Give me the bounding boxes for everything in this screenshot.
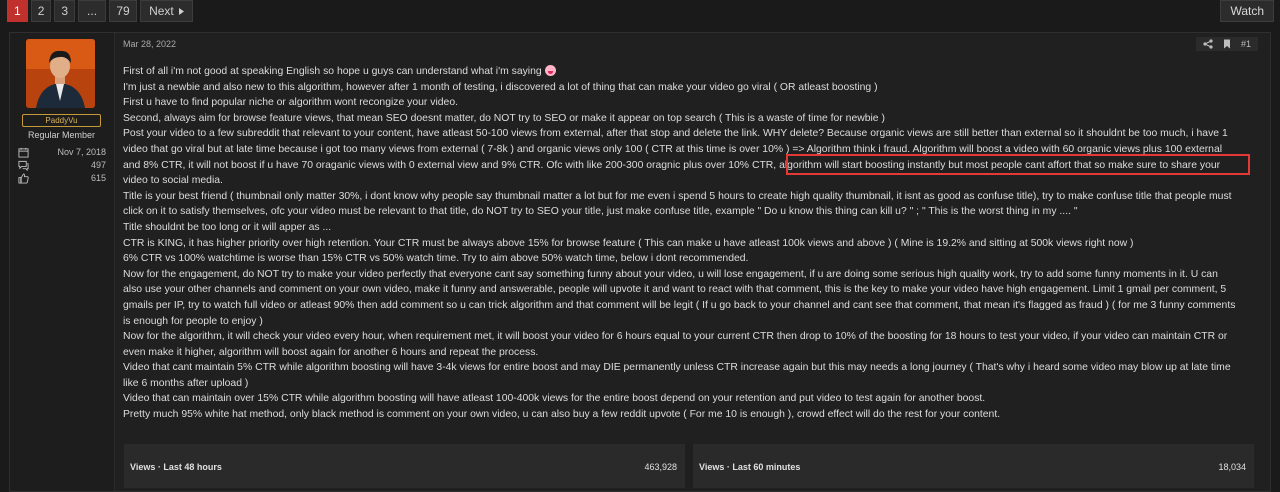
paragraph: First u have to find popular niche or al…	[123, 97, 458, 109]
reactions-stat: 615	[18, 172, 106, 184]
views-60m-value: 18,034	[1218, 462, 1246, 472]
paragraph: Title shouldnt be too long or it will ap…	[123, 221, 332, 233]
joined-stat: Nov 7, 2018	[18, 146, 106, 158]
messages-stat: 497	[18, 159, 106, 171]
reactions-count: 615	[90, 173, 106, 183]
views-48h-value: 463,928	[644, 462, 677, 472]
pagination: 1 2 3 ... 79 Next	[7, 0, 193, 22]
calendar-icon	[18, 147, 29, 158]
post-main: Mar 28, 2022 #1 First of all i'm not goo…	[114, 33, 1270, 491]
chevron-right-icon	[178, 7, 184, 15]
paragraph: 6% CTR vs 100% watchtime is worse than 1…	[123, 253, 749, 265]
joined-date: Nov 7, 2018	[57, 147, 106, 157]
paragraph: CTR is KING, it has higher priority over…	[123, 237, 1134, 249]
paragraph: Pretty much 95% white hat method, only b…	[123, 409, 1001, 421]
page-3-button[interactable]: 3	[54, 0, 76, 22]
annotation-highlight-box	[786, 154, 1250, 175]
page-jump-button[interactable]: ...	[78, 0, 107, 22]
views-60m-label: Views · Last 60 minutes	[699, 462, 801, 472]
messages-icon	[18, 160, 29, 171]
messages-count: 497	[90, 160, 106, 170]
paragraph: First of all i'm not good at speaking En…	[123, 64, 1239, 80]
next-page-button[interactable]: Next	[140, 0, 193, 22]
views-stats-panel: Views · Last 48 hours 463,928 Views · La…	[124, 444, 1254, 488]
views-60m: Views · Last 60 minutes 18,034	[685, 444, 1254, 488]
emoji-icon	[544, 65, 556, 76]
paragraph: Title is your best friend ( thumbnail on…	[123, 190, 1232, 218]
paragraph: Now for the algorithm, it will check you…	[123, 331, 1228, 358]
avatar[interactable]	[26, 39, 95, 108]
username-badge[interactable]: PaddyVu	[22, 114, 101, 127]
post-number[interactable]: #1	[1241, 39, 1251, 49]
post-actions: #1	[1195, 37, 1258, 51]
post-date[interactable]: Mar 28, 2022	[123, 39, 176, 49]
bookmark-icon[interactable]	[1222, 39, 1232, 49]
next-label: Next	[149, 4, 174, 18]
post-body: First of all i'm not good at speaking En…	[123, 64, 1239, 423]
watch-button[interactable]: Watch	[1220, 0, 1274, 22]
forum-post: PaddyVu Regular Member Nov 7, 2018 497 6…	[9, 32, 1271, 492]
paragraph: I'm just a newbie and also new to this a…	[123, 81, 878, 93]
thumbs-up-icon	[18, 172, 29, 184]
page-2-button[interactable]: 2	[30, 0, 52, 22]
page-1-button[interactable]: 1	[7, 0, 28, 22]
paragraph: Video that cant maintain 5% CTR while al…	[123, 362, 1231, 389]
views-48h-label: Views · Last 48 hours	[130, 462, 222, 472]
user-sidebar: PaddyVu Regular Member Nov 7, 2018 497 6…	[10, 33, 115, 491]
share-icon[interactable]	[1203, 39, 1213, 49]
paragraph: Video that can maintain over 15% CTR whi…	[123, 393, 986, 405]
views-48h: Views · Last 48 hours 463,928	[124, 444, 685, 488]
paragraph: Now for the engagement, do NOT try to ma…	[123, 268, 1236, 327]
user-role: Regular Member	[27, 130, 96, 140]
paragraph: Second, always aim for browse feature vi…	[123, 112, 885, 124]
page-79-button[interactable]: 79	[109, 0, 138, 22]
